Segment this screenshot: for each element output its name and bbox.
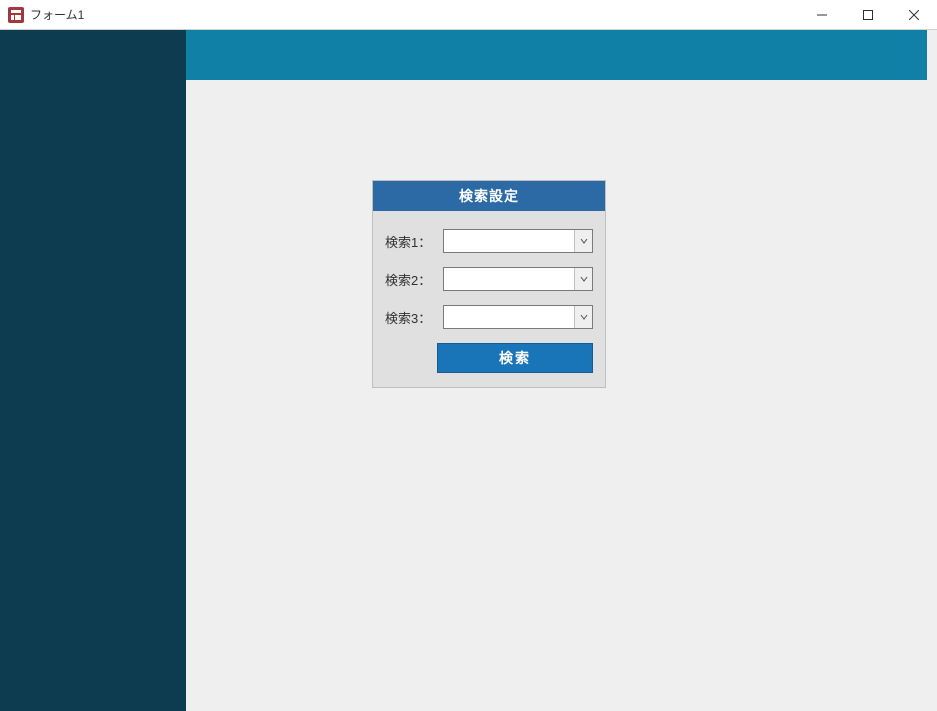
titlebar: フォーム1 xyxy=(0,0,937,30)
field-row-1: 検索1： xyxy=(385,229,593,253)
search2-dropdown-button[interactable] xyxy=(574,268,592,290)
search3-dropdown-button[interactable] xyxy=(574,306,592,328)
window-title: フォーム1 xyxy=(30,6,84,23)
minimize-button[interactable] xyxy=(799,0,845,30)
search3-value xyxy=(444,306,574,328)
search2-label: 検索2： xyxy=(385,270,443,289)
top-banner xyxy=(186,30,927,80)
workspace: 検索設定 検索1： 検索2： xyxy=(0,30,937,711)
search3-label: 検索3： xyxy=(385,308,443,327)
search-button-label: 検索 xyxy=(499,348,531,368)
close-icon xyxy=(909,10,919,20)
chevron-down-icon xyxy=(580,237,588,245)
button-row: 検索 xyxy=(385,343,593,373)
panel-header: 検索設定 xyxy=(373,181,605,211)
search-settings-panel: 検索設定 検索1： 検索2： xyxy=(372,180,606,388)
search2-combo[interactable] xyxy=(443,267,593,291)
search1-label: 検索1： xyxy=(385,232,443,251)
app-icon xyxy=(8,7,24,23)
search1-dropdown-button[interactable] xyxy=(574,230,592,252)
maximize-icon xyxy=(863,10,873,20)
field-row-3: 検索3： xyxy=(385,305,593,329)
search1-combo[interactable] xyxy=(443,229,593,253)
content-area: 検索設定 検索1： 検索2： xyxy=(186,30,937,711)
search3-combo[interactable] xyxy=(443,305,593,329)
field-row-2: 検索2： xyxy=(385,267,593,291)
sidebar xyxy=(0,30,186,711)
search2-value xyxy=(444,268,574,290)
sidebar-banner xyxy=(0,30,186,80)
search-button[interactable]: 検索 xyxy=(437,343,593,373)
chevron-down-icon xyxy=(580,313,588,321)
minimize-icon xyxy=(817,10,827,20)
maximize-button[interactable] xyxy=(845,0,891,30)
panel-body: 検索1： 検索2： xyxy=(373,211,605,387)
chevron-down-icon xyxy=(580,275,588,283)
close-button[interactable] xyxy=(891,0,937,30)
search1-value xyxy=(444,230,574,252)
